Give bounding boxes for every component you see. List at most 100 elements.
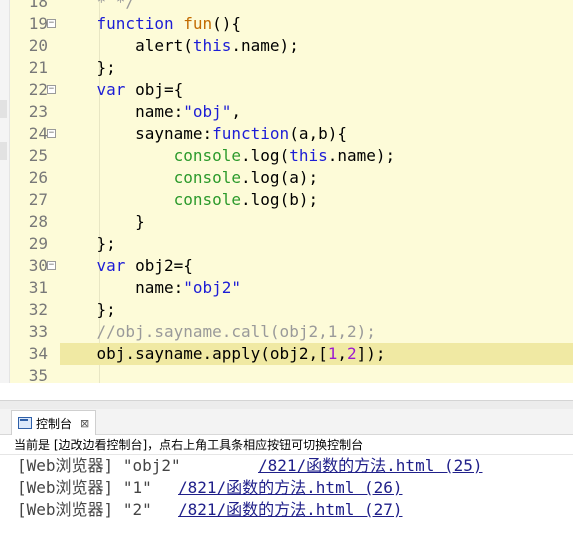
line-number: 25 <box>28 146 48 165</box>
line-number: 24 <box>28 124 48 143</box>
code-editor[interactable]: 18 * */19− function fun(){20 alert(this.… <box>0 0 573 383</box>
code-token: sayname: <box>58 124 213 143</box>
code-line[interactable]: 35 <box>0 365 573 383</box>
console-log-row: [Web浏览器] "2" /821/函数的方法.html (27) <box>0 499 573 521</box>
code-token: }; <box>58 300 116 319</box>
code-token: alert( <box>58 36 193 55</box>
log-source: [Web浏览器] "2" <box>17 499 152 521</box>
line-number: 29 <box>28 234 48 253</box>
code-token: (){ <box>212 14 242 33</box>
console-status-text: 当前是 [边改边看控制台]，点右上角工具条相应按钮可切换控制台 <box>0 435 573 455</box>
code-text[interactable]: }; <box>58 299 116 321</box>
code-line[interactable]: 32 }; <box>0 299 573 321</box>
code-text[interactable]: name:"obj", <box>58 101 241 123</box>
line-number: 26 <box>28 168 48 187</box>
code-token: } <box>58 212 145 231</box>
console-icon <box>18 417 32 429</box>
code-token: .name); <box>231 36 299 55</box>
code-line[interactable]: 21 }; <box>0 57 573 79</box>
code-line[interactable]: 24− sayname:function(a,b){ <box>0 123 573 145</box>
code-line[interactable]: 26 console.log(a); <box>0 167 573 189</box>
code-text[interactable]: name:"obj2" <box>58 277 241 299</box>
code-line[interactable]: 33 //obj.sayname.call(obj2,1,2); <box>0 321 573 343</box>
code-text[interactable]: obj.sayname.apply(obj2,[1,2]); <box>58 343 386 365</box>
log-source-label: [Web浏览器] <box>17 456 114 475</box>
code-token: obj2={ <box>125 256 193 275</box>
code-token: }; <box>58 234 116 253</box>
tab-console-label: 控制台 <box>36 416 73 431</box>
code-line[interactable]: 18 * */ <box>0 0 573 13</box>
line-number: 20 <box>28 36 48 55</box>
code-text[interactable]: } <box>58 211 145 233</box>
code-token: this <box>192 36 232 55</box>
code-line[interactable]: 22− var obj={ <box>0 79 573 101</box>
code-text[interactable]: console.log(a); <box>58 167 319 189</box>
code-text[interactable]: var obj2={ <box>58 255 193 277</box>
code-line[interactable]: 30− var obj2={ <box>0 255 573 277</box>
tab-console[interactable]: 控制台 ⊠ <box>11 410 97 435</box>
code-token: "obj2" <box>183 278 242 297</box>
code-token: //obj.sayname.call(obj2,1,2); <box>58 322 376 341</box>
console-tab-bar: 控制台 ⊠ <box>0 409 573 435</box>
fold-toggle-icon[interactable]: − <box>47 85 56 94</box>
code-line[interactable]: 28 } <box>0 211 573 233</box>
fold-toggle-icon[interactable]: − <box>47 129 56 138</box>
code-line[interactable]: 25 console.log(this.name); <box>0 145 573 167</box>
line-number: 30 <box>28 256 48 275</box>
fold-toggle-icon[interactable]: − <box>47 19 56 28</box>
code-text[interactable]: }; <box>58 233 116 255</box>
line-number: 33 <box>28 322 48 341</box>
code-line[interactable]: 29 }; <box>0 233 573 255</box>
log-source-label: [Web浏览器] <box>17 500 114 519</box>
code-token: this <box>289 146 328 165</box>
code-line[interactable]: 31 name:"obj2" <box>0 277 573 299</box>
code-token: console <box>173 190 242 209</box>
code-token: * */ <box>58 0 136 11</box>
code-text[interactable]: alert(this.name); <box>58 35 299 57</box>
fold-toggle-icon[interactable]: − <box>47 261 56 270</box>
code-token: }; <box>58 58 116 77</box>
panel-divider[interactable] <box>0 400 573 409</box>
code-line[interactable]: 27 console.log(b); <box>0 189 573 211</box>
code-text[interactable]: //obj.sayname.call(obj2,1,2); <box>58 321 376 343</box>
code-token: 1 <box>327 344 338 363</box>
code-token: 2 <box>347 344 357 363</box>
code-line[interactable]: 34 obj.sayname.apply(obj2,[1,2]); <box>0 343 573 365</box>
code-token: .log(b); <box>241 190 319 209</box>
code-line[interactable]: 19− function fun(){ <box>0 13 573 35</box>
code-text[interactable]: console.log(b); <box>58 189 319 211</box>
code-token: (a,b){ <box>289 124 347 143</box>
code-text[interactable]: * */ <box>58 0 136 13</box>
line-number: 35 <box>28 366 48 383</box>
code-line[interactable]: 20 alert(this.name); <box>0 35 573 57</box>
code-token: "obj" <box>183 102 232 121</box>
line-number: 28 <box>28 212 48 231</box>
code-text[interactable]: console.log(this.name); <box>58 145 396 167</box>
line-number: 21 <box>28 58 48 77</box>
code-text[interactable]: function fun(){ <box>58 13 242 35</box>
code-token: obj={ <box>125 80 184 99</box>
log-source-link[interactable]: /821/函数的方法.html (25) <box>258 455 483 477</box>
line-number: 23 <box>28 102 48 121</box>
code-text[interactable]: }; <box>58 57 116 79</box>
code-token: function <box>96 14 174 33</box>
code-token: var <box>96 80 126 99</box>
close-icon[interactable]: ⊠ <box>80 417 89 430</box>
code-text[interactable]: var obj={ <box>58 79 184 101</box>
line-number: 27 <box>28 190 48 209</box>
log-source-link[interactable]: /821/函数的方法.html (26) <box>178 477 403 499</box>
line-number: 22 <box>28 80 48 99</box>
log-source: [Web浏览器] "obj2" <box>17 455 181 477</box>
log-value: "obj2" <box>122 456 181 475</box>
code-token: console <box>173 146 242 165</box>
log-source-link[interactable]: /821/函数的方法.html (27) <box>178 499 403 521</box>
code-text[interactable]: sayname:function(a,b){ <box>58 123 347 145</box>
console-log-row: [Web浏览器] "obj2" /821/函数的方法.html (25) <box>0 455 573 477</box>
code-token: , <box>337 344 347 363</box>
line-number: 34 <box>28 344 48 363</box>
code-line[interactable]: 23 name:"obj", <box>0 101 573 123</box>
